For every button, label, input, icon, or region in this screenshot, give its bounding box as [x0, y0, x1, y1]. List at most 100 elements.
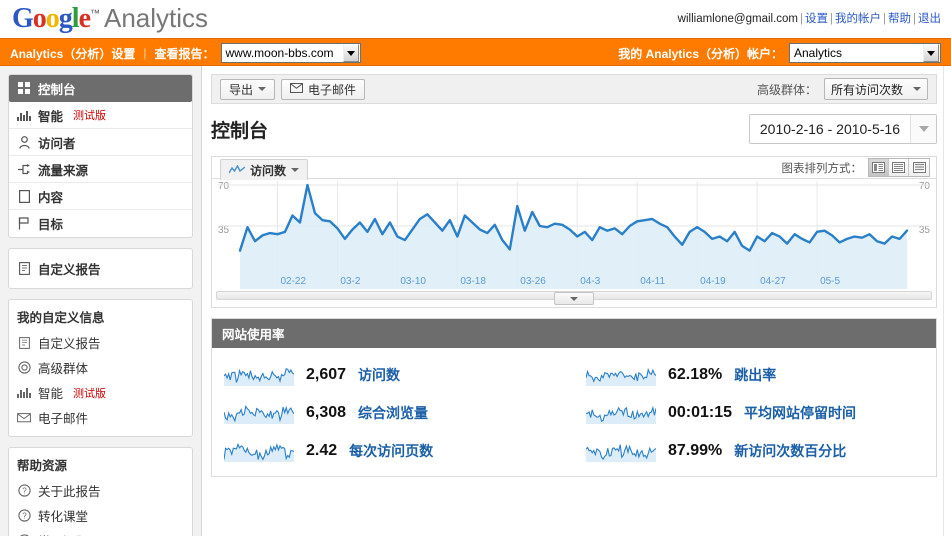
x-axis-tick-label: 04-27: [760, 276, 786, 287]
google-analytics-logo: Google™ Analytics: [12, 3, 209, 34]
metric-row[interactable]: 2,607 访问数: [212, 356, 574, 394]
sidebar-item-intelligence-custom[interactable]: 智能 测试版: [9, 380, 192, 405]
export-button[interactable]: 导出: [220, 78, 276, 100]
settings-link[interactable]: 设置: [805, 13, 828, 25]
metric-label[interactable]: 综合浏览量: [358, 403, 428, 423]
page-body: 控制台 智能 测试版 访问者 流量来源 内容 目标 自定义报告 我的自定义信息 …: [0, 66, 951, 536]
sidebar-item-advanced-segments[interactable]: 高级群体: [9, 355, 192, 380]
sidebar-item-label: 电子邮件: [38, 412, 89, 426]
sidebar-item-intelligence[interactable]: 智能 测试版: [9, 102, 192, 129]
svg-text:?: ?: [22, 512, 27, 521]
layout-two-col-button[interactable]: [889, 159, 909, 176]
sign-out-link[interactable]: 退出: [918, 13, 941, 25]
advanced-segments-value: 所有访问次数: [830, 82, 903, 97]
sidebar-item-label: 自定义报告: [38, 337, 101, 351]
metric-label[interactable]: 新访问次数百分比: [734, 441, 846, 461]
sidebar-item-custom-reporting[interactable]: 自定义报告: [9, 255, 192, 282]
intelligence-icon: [17, 386, 31, 400]
sidebar-item-visitors[interactable]: 访问者: [9, 129, 192, 156]
chart-date-slider[interactable]: [212, 289, 936, 306]
site-usage-panel: 网站使用率 2,607 访问数 6,308 综合浏览量 2.42 每次访问页数 …: [211, 318, 937, 477]
layout-three-col-button[interactable]: [909, 159, 929, 176]
sidebar-item-label: 目标: [38, 218, 64, 232]
metric-value: 87.99%: [668, 442, 723, 459]
page-title: 控制台: [211, 120, 269, 142]
chevron-down-icon: [342, 44, 359, 62]
chart-tab-label: 访问数: [250, 163, 287, 178]
metric-label[interactable]: 跳出率: [734, 365, 776, 385]
chevron-down-icon: [923, 44, 939, 62]
sidebar-item-about-this-report[interactable]: ? 关于此报告: [9, 478, 192, 503]
sidebar-item-goals[interactable]: 目标: [9, 210, 192, 237]
line-chart-icon: [228, 163, 246, 177]
content-icon: [17, 189, 31, 203]
sidebar-help-resources: 帮助资源 ? 关于此报告 ? 转化课堂 ? 常: [8, 447, 193, 536]
sidebar-item-label: 智能: [38, 387, 64, 401]
help-link[interactable]: 帮助: [888, 13, 911, 25]
page-header: Google™ Analytics williamlone@gmail.com | 设…: [0, 0, 951, 38]
sparkline-bounce-rate: [585, 364, 657, 386]
metric-label[interactable]: 每次访问页数: [349, 441, 433, 461]
site-select[interactable]: www.moon-bbs.com: [220, 43, 361, 63]
metric-row[interactable]: 6,308 综合浏览量: [212, 394, 574, 432]
sidebar-item-custom-reports[interactable]: 自定义报告: [9, 330, 192, 355]
export-button-label: 导出: [229, 82, 254, 97]
my-account-label: 我的 Analytics（分析）帐户：: [618, 46, 783, 61]
analytics-settings-link[interactable]: Analytics（分析）设置: [10, 45, 135, 62]
email-button[interactable]: 电子邮件: [281, 78, 366, 100]
slider-handle[interactable]: [554, 292, 594, 305]
page-scrollbar[interactable]: [943, 66, 951, 536]
account-select-value: Analytics: [794, 46, 843, 60]
date-range-picker[interactable]: 2010-2-16 - 2010-5-16: [748, 114, 937, 144]
x-axis-tick-label: 03-2: [340, 276, 361, 287]
my-account-link[interactable]: 我的帐户: [835, 13, 881, 25]
beta-badge: 测试版: [73, 110, 107, 122]
sparkline-pages-per-visit: [223, 440, 295, 462]
account-links: williamlone@gmail.com | 设置 | 我的帐户 | 帮助 | 退出: [677, 13, 941, 25]
chart-metric-tab-visits[interactable]: 访问数: [220, 159, 309, 180]
sidebar-item-common-questions[interactable]: ? 常见问题: [9, 528, 192, 536]
metric-row[interactable]: 2.42 每次访问页数: [212, 432, 574, 470]
layout-one-col-button[interactable]: [869, 159, 889, 176]
sparkline-avg-time: [585, 402, 657, 424]
sidebar-item-label: 关于此报告: [38, 485, 101, 499]
sparkline-visits: [223, 364, 295, 386]
sidebar-item-label: 高级群体: [38, 362, 89, 376]
chart-layout-control: 图表排列方式：: [781, 158, 930, 177]
section-title: 帮助资源: [17, 459, 68, 473]
x-axis-tick-label: 04-11: [640, 276, 666, 287]
metric-label[interactable]: 平均网站停留时间: [744, 403, 856, 423]
sidebar-item-dashboard[interactable]: 控制台: [9, 75, 192, 102]
sidebar-item-label: 内容: [38, 190, 64, 205]
metric-row[interactable]: 87.99% 新访问次数百分比: [574, 432, 936, 470]
metric-row[interactable]: 00:01:15 平均网站停留时间: [574, 394, 936, 432]
traffic-sources-icon: [17, 162, 31, 176]
report-icon: [17, 262, 31, 276]
nav-divider: |: [143, 46, 147, 60]
visits-chart-panel: 访问数 图表排列方式： 70 70 35 35 02-22 03-2 03-10…: [211, 156, 937, 308]
x-axis-tick-label: 04-3: [580, 276, 601, 287]
segment-target-icon: [17, 361, 31, 375]
sidebar-item-conversion-university[interactable]: ? 转化课堂: [9, 503, 192, 528]
main-content: 导出 电子邮件 高级群体： 所有访问次数 控制台 2010-2-16 - 201…: [203, 66, 943, 536]
chart-layout-label: 图表排列方式：: [781, 162, 863, 175]
email-button-label: 电子邮件: [308, 82, 357, 97]
sidebar-item-label: 智能: [38, 109, 64, 124]
account-select[interactable]: Analytics: [789, 43, 941, 63]
report-toolbar: 导出 电子邮件 高级群体： 所有访问次数: [211, 74, 937, 104]
layout-buttons: [868, 158, 930, 177]
sidebar-item-content[interactable]: 内容: [9, 183, 192, 210]
report-icon: [17, 336, 31, 350]
metric-value: 2.42: [306, 442, 338, 459]
chevron-down-icon: [913, 87, 921, 91]
trademark-mark: ™: [90, 8, 100, 20]
metric-row[interactable]: 62.18% 跳出率: [574, 356, 936, 394]
sidebar-item-label: 转化课堂: [38, 510, 89, 524]
sidebar-item-email[interactable]: 电子邮件: [9, 405, 192, 430]
metrics-column-right: 62.18% 跳出率 00:01:15 平均网站停留时间 87.99% 新访问次…: [574, 356, 936, 470]
intelligence-icon: [17, 108, 31, 122]
metric-label[interactable]: 访问数: [358, 365, 400, 385]
advanced-segments-select[interactable]: 所有访问次数: [823, 78, 928, 100]
sidebar-item-traffic-sources[interactable]: 流量来源: [9, 156, 192, 183]
x-axis-tick-label: 03-18: [460, 276, 486, 287]
